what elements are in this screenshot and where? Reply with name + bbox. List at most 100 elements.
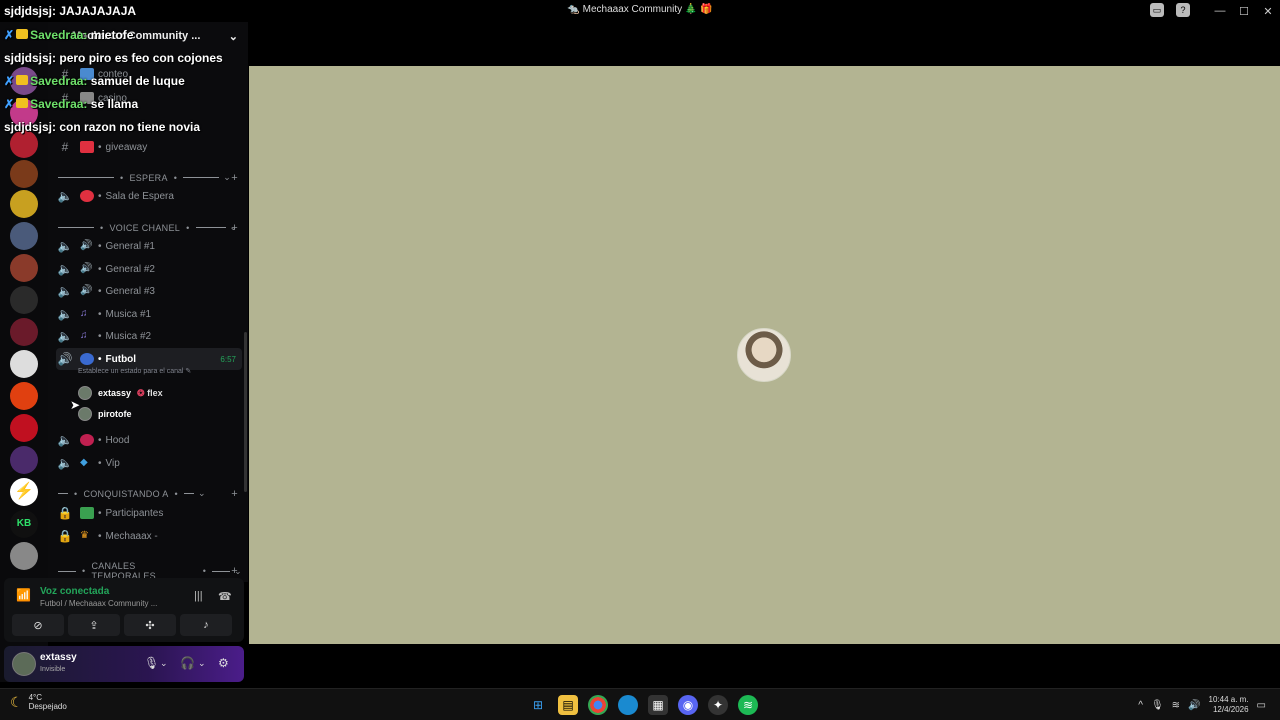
notification-icon[interactable]: ▭ <box>1257 700 1266 711</box>
server-icon[interactable] <box>10 382 38 410</box>
channel-general-3[interactable]: 🔈 🔊 • General #3 <box>56 281 242 301</box>
call-timer: 6:57 <box>220 354 236 364</box>
hash-icon: # <box>61 140 69 154</box>
music-note-icon: ♫ <box>80 308 88 319</box>
server-icon[interactable] <box>10 542 38 570</box>
music-note-icon: ♫ <box>80 330 88 341</box>
add-channel-icon[interactable]: + <box>231 222 238 234</box>
spotify-icon[interactable]: ≋ <box>738 695 758 715</box>
activities-button[interactable]: ✣ <box>124 614 176 636</box>
server-icon[interactable] <box>10 350 38 378</box>
server-icon[interactable] <box>10 286 38 314</box>
speaker-icon: 🔈 <box>57 262 73 276</box>
lock-icon: 🔒 <box>57 529 73 543</box>
microphone-icon[interactable]: 🎙 <box>144 656 159 670</box>
add-channel-icon[interactable]: + <box>231 565 238 577</box>
voice-connected-label[interactable]: Voz conectada <box>40 586 109 597</box>
server-icon[interactable] <box>10 190 38 218</box>
wifi-icon[interactable]: ≋ <box>1172 700 1180 711</box>
microphone-icon[interactable]: 🎙 <box>1151 700 1164 711</box>
stage-top-bar <box>249 22 1280 66</box>
channel-hood[interactable]: 🔈 • Hood <box>56 430 242 450</box>
channel-sala-de-espera[interactable]: 🔈 • Sala de Espera <box>56 186 242 206</box>
noise-suppression-icon[interactable]: ||| <box>194 590 203 602</box>
channel-vip[interactable]: 🔈 ◆ • Vip <box>56 453 242 473</box>
speaker-avatar[interactable] <box>737 328 791 382</box>
speaker-icon: 🔈 <box>57 239 73 253</box>
server-icon[interactable] <box>10 318 38 346</box>
chat-message: sjdjdsjsj: JAJAJAJAJA <box>4 4 137 18</box>
chat-message: ✗ Savedraa: samuel de luque <box>4 74 185 88</box>
server-icon[interactable] <box>10 130 38 158</box>
channel-musica-2[interactable]: 🔈 ♫ • Musica #2 <box>56 326 242 346</box>
chat-message: ✗ Savedraa: mietofe <box>4 28 134 42</box>
kb-server-icon[interactable]: KB <box>10 510 38 538</box>
category-voice-chanel[interactable]: • VOICE CHANEL • ⌄ + <box>58 222 242 234</box>
voice-stage[interactable] <box>249 66 1280 644</box>
category-conquistando[interactable]: • CONQUISTANDO A • ⌄ + <box>58 488 242 500</box>
user-badge: ❂ flex <box>137 387 163 398</box>
chevron-up-icon[interactable]: ^ <box>1138 700 1143 711</box>
add-channel-icon[interactable]: + <box>231 488 238 500</box>
edge-icon[interactable] <box>618 695 638 715</box>
username[interactable]: extassy <box>40 652 77 663</box>
category-espera[interactable]: • ESPERA • ⌄ + <box>58 172 242 184</box>
voice-user[interactable]: extassy ❂ flex <box>78 385 163 401</box>
user-status: Invisible <box>40 666 66 673</box>
mouse-cursor-icon: ➤ <box>70 398 81 412</box>
lightning-server-icon[interactable]: ⚡ <box>10 478 38 506</box>
server-icon[interactable] <box>10 160 38 188</box>
chevron-down-icon[interactable]: ⌄ <box>160 658 168 669</box>
system-clock[interactable]: 10:44 a. m. 12/4/2026 <box>1209 695 1249 715</box>
no-entry-icon <box>80 190 94 202</box>
server-icon[interactable] <box>10 254 38 282</box>
channel-musica-1[interactable]: 🔈 ♫ • Musica #1 <box>56 304 242 324</box>
signal-icon[interactable]: 📶 <box>16 588 31 602</box>
gem-icon: ◆ <box>80 457 88 468</box>
maximize-button[interactable]: ☐ <box>1232 5 1256 18</box>
help-icon[interactable]: ? <box>1176 3 1190 17</box>
close-button[interactable]: ✕ <box>1256 5 1280 18</box>
camera-off-button[interactable]: ⊘ <box>12 614 64 636</box>
avatar <box>78 407 92 421</box>
voice-channel-link[interactable]: Futbol / Mechaaax Community ... <box>40 599 157 608</box>
window-title: 🐀 Mechaaax Community 🎄 🎁 <box>567 4 713 15</box>
start-icon[interactable]: ⊞ <box>528 695 548 715</box>
gear-icon[interactable]: ⚙ <box>218 656 229 670</box>
disconnect-icon[interactable]: ☎ <box>218 590 232 603</box>
discord-icon[interactable]: ◉ <box>678 695 698 715</box>
voice-user[interactable]: pirotofe <box>78 406 132 422</box>
server-icon[interactable] <box>10 414 38 442</box>
channel-status-note[interactable]: Establece un estado para el canal ✎ <box>78 367 191 375</box>
chevron-down-icon[interactable]: ⌄ <box>198 658 206 669</box>
weather-widget[interactable]: ☾ 4°C Despejado <box>10 693 67 711</box>
soundboard-button[interactable]: ♪ <box>180 614 232 636</box>
server-icon[interactable] <box>10 222 38 250</box>
channel-general-2[interactable]: 🔈 🔊 • General #2 <box>56 259 242 279</box>
speaker-emoji-icon: 🔊 <box>80 263 93 274</box>
channel-participantes[interactable]: 🔒 • Participantes <box>56 503 242 523</box>
window-titlebar: 🐀 Mechaaax Community 🎄 🎁 ▭ ? — ☐ ✕ <box>0 0 1280 22</box>
inbox-icon[interactable]: ▭ <box>1150 3 1164 17</box>
avatar[interactable] <box>12 652 36 676</box>
voice-connection-panel: 📶 Voz conectada Futbol / Mechaaax Commun… <box>4 578 244 642</box>
screen-share-button[interactable]: ⇪ <box>68 614 120 636</box>
avatar <box>78 386 92 400</box>
app-icon[interactable]: ✦ <box>708 695 728 715</box>
server-icon[interactable] <box>10 446 38 474</box>
channel-mechaaax[interactable]: 🔒 ♛ • Mechaaax - <box>56 526 242 546</box>
minimize-button[interactable]: — <box>1208 5 1232 17</box>
file-explorer-icon[interactable]: ▤ <box>558 695 578 715</box>
channel-general-1[interactable]: 🔈 🔊 • General #1 <box>56 236 242 256</box>
volume-icon[interactable]: 🔊 <box>1188 700 1200 711</box>
chrome-icon[interactable] <box>588 695 608 715</box>
channel-giveaway[interactable]: # • giveaway <box>56 137 242 157</box>
speaker-icon: 🔈 <box>57 456 73 470</box>
add-channel-icon[interactable]: + <box>231 172 238 184</box>
headphones-icon[interactable]: 🎧 <box>180 656 195 670</box>
chat-message: sjdjdsjsj: pero piro es feo con cojones <box>4 51 223 65</box>
speaker-icon: 🔈 <box>57 284 73 298</box>
store-icon[interactable]: ▦ <box>648 695 668 715</box>
sidebar-scrollbar[interactable] <box>244 332 247 492</box>
checkmark-icon <box>80 507 94 519</box>
